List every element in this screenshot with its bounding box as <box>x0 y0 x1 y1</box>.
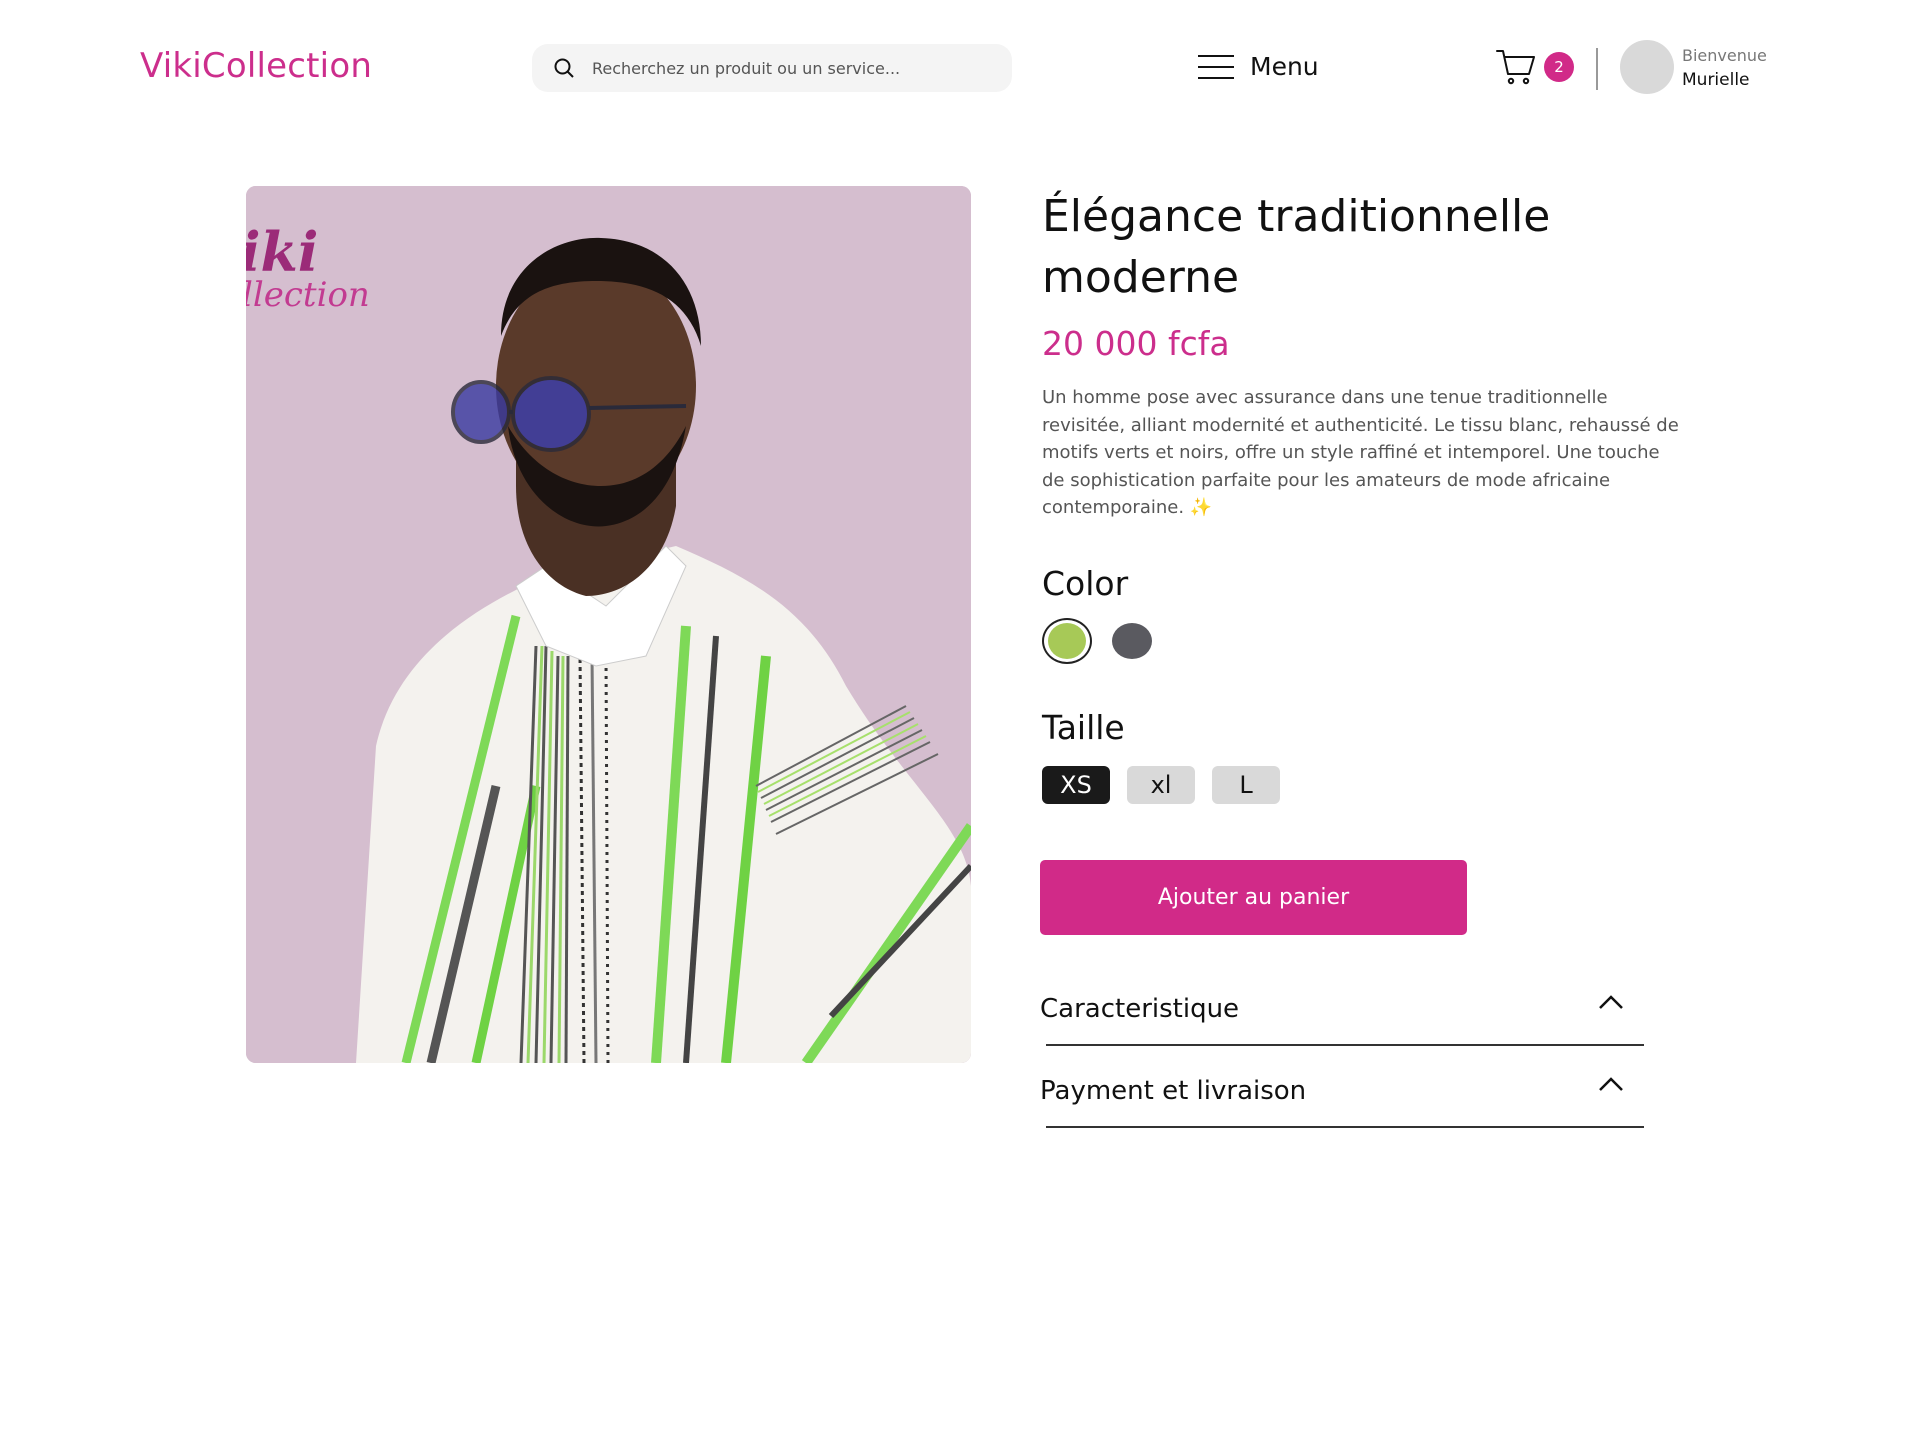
menu-button[interactable]: Menu <box>1198 52 1319 81</box>
chevron-up-icon <box>1599 995 1623 1009</box>
color-label: Color <box>1042 564 1129 603</box>
size-options: XS xl L <box>1042 766 1297 804</box>
brand-logo[interactable]: VikiCollection <box>140 46 372 86</box>
search-icon <box>554 58 574 78</box>
cart-button[interactable]: 2 <box>1496 48 1574 86</box>
size-option-xs[interactable]: XS <box>1042 766 1110 804</box>
color-swatches <box>1042 618 1152 664</box>
color-swatch-gray[interactable] <box>1112 623 1152 659</box>
description-text: Un homme pose avec assurance dans une te… <box>1042 387 1679 518</box>
watermark-text-2: llection <box>246 275 370 315</box>
header-divider <box>1596 48 1598 90</box>
product-description: Un homme pose avec assurance dans une te… <box>1042 384 1682 522</box>
add-to-cart-button[interactable]: Ajouter au panier <box>1040 860 1467 935</box>
product-price: 20 000 fcfa <box>1042 324 1230 363</box>
hamburger-icon <box>1198 54 1234 79</box>
search-bar[interactable] <box>532 44 1012 92</box>
accordion-label: Payment et livraison <box>1040 1076 1307 1106</box>
size-option-xl[interactable]: xl <box>1127 766 1195 804</box>
menu-label: Menu <box>1250 52 1319 81</box>
welcome-label: Bienvenue <box>1682 46 1767 65</box>
accordion-payment-livraison[interactable]: Payment et livraison <box>1040 1068 1644 1128</box>
sparkle-icon: ✨ <box>1189 497 1213 518</box>
user-name[interactable]: Murielle <box>1682 70 1750 90</box>
color-swatch-green[interactable] <box>1042 618 1092 664</box>
size-option-l[interactable]: L <box>1212 766 1280 804</box>
chevron-up-icon <box>1599 1077 1623 1091</box>
accordion-divider <box>1046 1126 1644 1128</box>
swatch-fill-green <box>1048 623 1086 659</box>
cart-icon <box>1496 50 1535 85</box>
product-title: Élégance traditionnelle moderne <box>1042 191 1551 303</box>
size-label: Taille <box>1042 708 1125 747</box>
accordion-divider <box>1046 1044 1644 1046</box>
search-input[interactable] <box>592 58 992 78</box>
accordion-caracteristique[interactable]: Caracteristique <box>1040 986 1644 1046</box>
accordion-label: Caracteristique <box>1040 994 1240 1024</box>
avatar[interactable] <box>1620 40 1674 94</box>
cart-count-badge: 2 <box>1544 52 1574 82</box>
product-photo: iki llection <box>246 186 971 1063</box>
product-image: iki llection <box>246 186 971 1063</box>
